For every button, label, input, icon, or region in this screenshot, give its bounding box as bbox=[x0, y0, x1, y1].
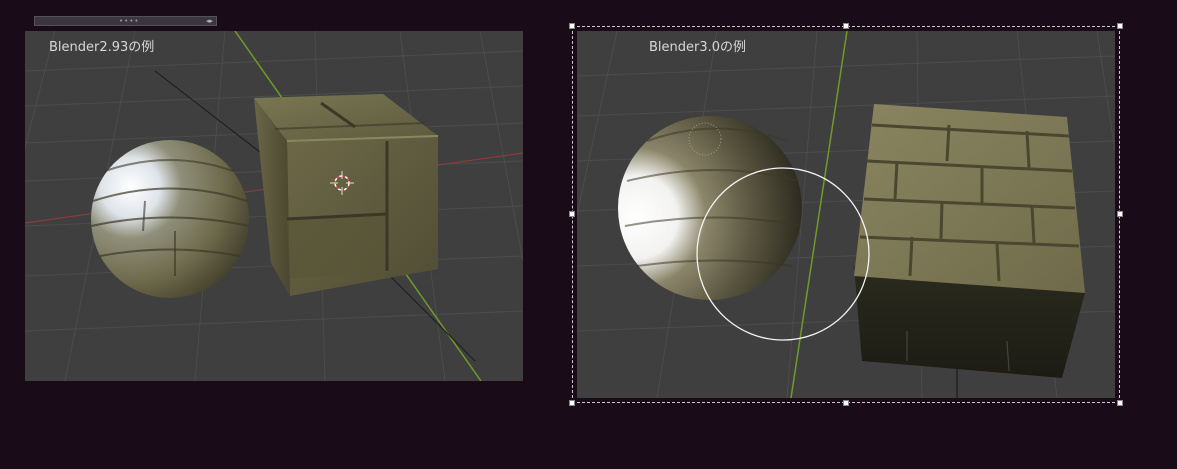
scene-render bbox=[577, 31, 1115, 398]
cube-object bbox=[854, 104, 1085, 378]
collapse-arrows-icon[interactable]: ◂▸ bbox=[206, 17, 213, 26]
resize-handle-top-left[interactable] bbox=[569, 23, 575, 29]
resize-handle-bottom[interactable] bbox=[843, 400, 849, 406]
resize-handle-bottom-left[interactable] bbox=[569, 400, 575, 406]
cube-object bbox=[254, 94, 439, 296]
resize-handle-top[interactable] bbox=[843, 23, 849, 29]
resize-handle-bottom-right[interactable] bbox=[1117, 400, 1123, 406]
sphere-object bbox=[90, 140, 250, 298]
viewport-header-bar[interactable]: •••• ◂▸ bbox=[34, 16, 217, 26]
viewport-label: Blender2.93の例 bbox=[49, 40, 155, 55]
resize-handle-left[interactable] bbox=[569, 211, 575, 217]
resize-handle-right[interactable] bbox=[1117, 211, 1123, 217]
viewport-blender-293[interactable]: Blender2.93の例 bbox=[25, 31, 523, 381]
resize-handle-top-right[interactable] bbox=[1117, 23, 1123, 29]
scene-render bbox=[25, 31, 523, 381]
viewport-label: Blender3.0の例 bbox=[649, 40, 747, 55]
drag-grip-icon[interactable]: •••• bbox=[119, 18, 140, 25]
viewport-blender-30[interactable]: Blender3.0の例 bbox=[577, 31, 1115, 398]
